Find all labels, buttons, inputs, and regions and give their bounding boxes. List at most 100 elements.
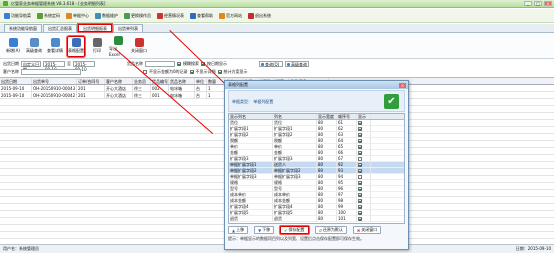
config-cell[interactable]: 规格: [229, 180, 273, 185]
show-checkbox[interactable]: [358, 169, 362, 173]
show-checkbox[interactable]: [358, 127, 362, 131]
minimize-button[interactable]: _: [524, 1, 532, 6]
config-cell[interactable]: 单价: [273, 144, 317, 149]
config-cell[interactable]: 80: [317, 192, 337, 197]
toolbar-item[interactable]: 退出系统: [248, 12, 271, 19]
config-cell[interactable]: 80: [317, 204, 337, 209]
config-cell[interactable]: 80: [317, 156, 337, 161]
config-cell[interactable]: 成本单价: [273, 192, 317, 197]
dialog-close-icon[interactable]: ×: [399, 82, 406, 88]
config-cell[interactable]: 单据扩展字段3: [273, 174, 317, 179]
show-checkbox[interactable]: [358, 175, 362, 179]
product-input[interactable]: [145, 61, 175, 67]
config-cell[interactable]: 税额: [273, 138, 317, 143]
config-cell[interactable]: 80: [317, 144, 337, 149]
config-cell[interactable]: 扩展字段3: [229, 156, 273, 161]
config-cell[interactable]: 扩展字段3: [273, 156, 317, 161]
config-cell[interactable]: 80: [317, 198, 337, 203]
config-cell[interactable]: 单价: [229, 144, 273, 149]
config-cell[interactable]: 货位: [229, 120, 273, 125]
grid-column-header[interactable]: 出货单号: [32, 78, 77, 84]
action-button-1[interactable]: 高级查询: [25, 36, 43, 57]
tab-2[interactable]: 出货明细报表: [78, 24, 112, 32]
config-cell[interactable]: 送货人: [273, 162, 317, 167]
close-dialog-button[interactable]: ✖ 关闭窗口: [352, 226, 382, 234]
config-cell[interactable]: 80: [317, 138, 337, 143]
show-checkbox[interactable]: [358, 133, 362, 137]
config-row[interactable]: 退货 退货 80 101: [229, 216, 404, 222]
toolbar-item[interactable]: 数据维护: [95, 12, 118, 19]
customer-input[interactable]: [21, 69, 81, 75]
detail-checkbox[interactable]: [189, 70, 194, 74]
show-checkbox[interactable]: [358, 121, 362, 125]
toolbar-item[interactable]: 功能导航菜: [4, 12, 31, 19]
config-cell[interactable]: 单据扩展字段1: [229, 162, 273, 167]
config-cell[interactable]: 扩展字段5: [229, 210, 273, 215]
show-checkbox[interactable]: [358, 145, 362, 149]
config-cell[interactable]: 金额: [229, 150, 273, 155]
action-button-2[interactable]: 查看详情: [46, 36, 64, 57]
config-cell[interactable]: 扩展字段4: [273, 204, 317, 209]
config-cell[interactable]: 型号: [229, 186, 273, 191]
toolbar-item[interactable]: 经营情况表: [157, 12, 184, 19]
action-button-6[interactable]: 关闭窗口: [130, 36, 148, 57]
show-checkbox[interactable]: [358, 151, 362, 155]
fuzzy-checkbox[interactable]: [177, 62, 181, 66]
config-cell[interactable]: 货位: [273, 120, 317, 125]
toolbar-item[interactable]: 查看帮助: [190, 12, 213, 19]
show-checkbox[interactable]: [358, 157, 362, 161]
grid-column-header[interactable]: 货品名称: [169, 78, 195, 84]
config-cell[interactable]: 扩展字段2: [229, 132, 273, 137]
config-cell[interactable]: 扩展字段1: [229, 126, 273, 131]
show-checkbox[interactable]: [358, 163, 362, 167]
toolbar-item[interactable]: 更换操作员: [124, 12, 151, 19]
move-up-button[interactable]: ▲ 上移: [228, 226, 249, 234]
toolbar-item[interactable]: 单据中心: [66, 12, 89, 19]
config-cell[interactable]: 退货: [229, 216, 273, 221]
config-cell[interactable]: 扩展字段4: [229, 204, 273, 209]
config-cell[interactable]: 80: [317, 162, 337, 167]
date-from-input[interactable]: 2015-09-10: [43, 61, 65, 72]
show-checkbox[interactable]: [358, 193, 362, 197]
config-cell[interactable]: 型号: [273, 186, 317, 191]
grid-column-header[interactable]: 单位: [195, 78, 207, 84]
date-mode-select[interactable]: 自定义日期: [21, 61, 41, 72]
config-cell[interactable]: 单据扩展字段3: [229, 174, 273, 179]
config-cell[interactable]: 成本金额: [229, 198, 273, 203]
show-checkbox[interactable]: [358, 211, 362, 215]
config-cell[interactable]: 80: [317, 120, 337, 125]
config-cell[interactable]: 单据扩展字段2: [273, 168, 317, 173]
toolbar-item[interactable]: 官方网站: [219, 12, 242, 19]
show-checkbox[interactable]: [358, 205, 362, 209]
action-button-3[interactable]: 表格配置: [67, 35, 85, 57]
advanced-query-button[interactable]: 高级查询: [285, 61, 309, 67]
save-config-button[interactable]: ✔ 保存配置: [280, 226, 309, 234]
toolbar-item[interactable]: 系统定码: [37, 12, 60, 19]
show-checkbox[interactable]: [358, 199, 362, 203]
config-cell[interactable]: 80: [317, 174, 337, 179]
grid-column-header[interactable]: 客户名称: [105, 78, 133, 84]
action-button-5[interactable]: 导出Excel: [109, 35, 127, 57]
all-checkbox[interactable]: [217, 70, 222, 74]
config-cell[interactable]: 规格: [273, 180, 317, 185]
query-button[interactable]: 查询(Q): [259, 61, 283, 67]
config-cell[interactable]: 80: [317, 132, 337, 137]
config-cell[interactable]: 成本单价: [229, 192, 273, 197]
config-cell[interactable]: 80: [317, 186, 337, 191]
action-button-4[interactable]: 打印: [88, 36, 106, 57]
maximize-button[interactable]: □: [534, 1, 542, 6]
config-cell[interactable]: 扩展字段1: [273, 126, 317, 131]
grid-column-header[interactable]: 出货日期: [0, 78, 32, 84]
config-cell[interactable]: 扩展字段2: [273, 132, 317, 137]
show-checkbox[interactable]: [358, 181, 362, 185]
config-cell[interactable]: 金额: [273, 150, 317, 155]
show-checkbox[interactable]: [358, 139, 362, 143]
config-cell[interactable]: 单据扩展字段2: [229, 168, 273, 173]
config-cell[interactable]: 80: [317, 210, 337, 215]
config-cell[interactable]: 退货: [273, 216, 317, 221]
config-cell[interactable]: 扩展字段5: [273, 210, 317, 215]
config-cell[interactable]: 80: [317, 168, 337, 173]
config-cell[interactable]: 80: [317, 216, 337, 221]
show-checkbox[interactable]: [358, 217, 362, 221]
tab-1[interactable]: 出货汇总报表: [43, 24, 77, 32]
